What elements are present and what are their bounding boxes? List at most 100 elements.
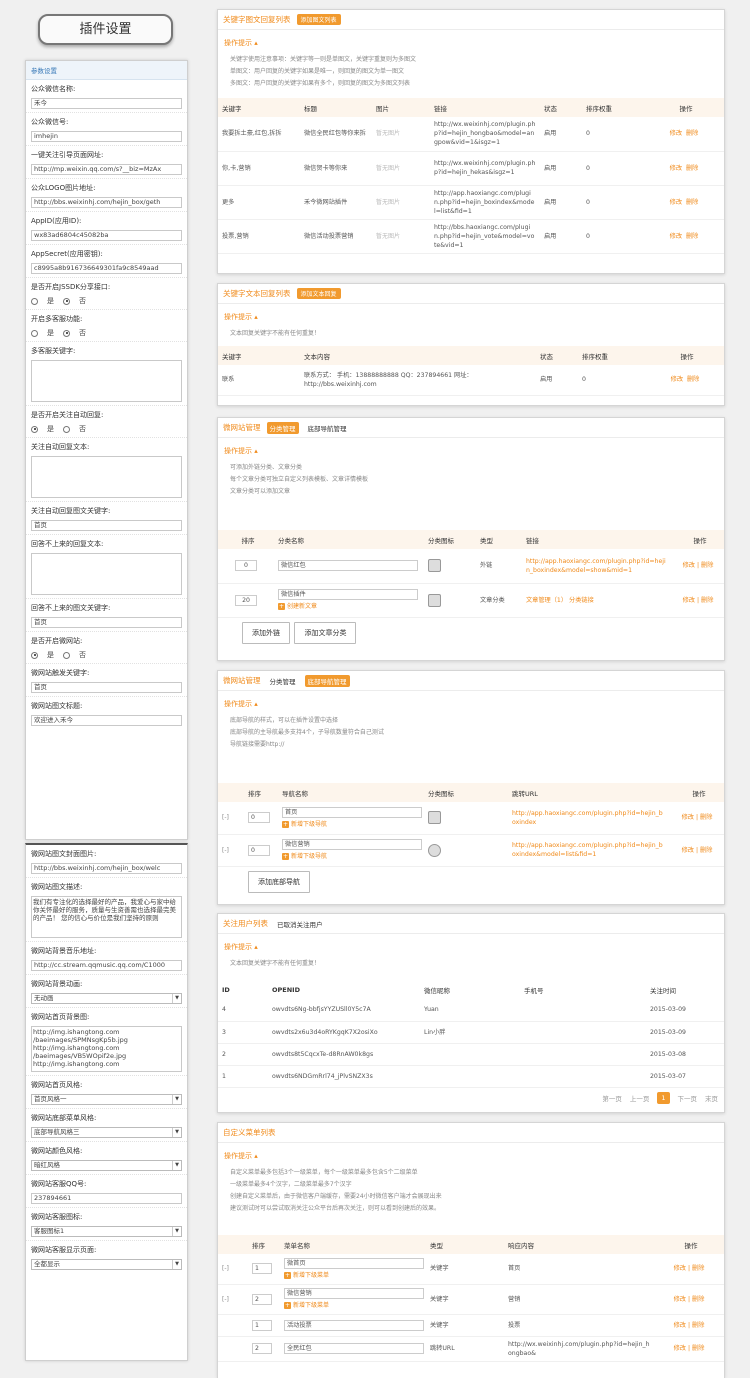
tips-toggle[interactable]: 操作提示 ▴ [224, 38, 724, 48]
edit-link[interactable]: 修改 [670, 165, 682, 172]
prev-page-link[interactable]: 上一页 [630, 1093, 650, 1103]
site-radio-yes[interactable] [31, 651, 38, 659]
add-sub-nav-link[interactable]: + 新增下级导航 [282, 820, 420, 829]
edit-link[interactable]: 修改 [671, 376, 683, 383]
category-icon[interactable] [428, 559, 441, 573]
site-title-input[interactable]: 欢迎进入禾今 [31, 715, 182, 726]
add-sub-menu-link[interactable]: + 新增下级菜单 [284, 1301, 422, 1310]
category-link[interactable]: http://app.haoxiangc.com/plugin.php?id=h… [522, 549, 672, 584]
collapse-icon[interactable]: [-] [222, 846, 229, 855]
color-style-select[interactable]: 暗红风格 ▼ [31, 1160, 182, 1171]
add-bottom-nav-button[interactable]: 添加底部导航 [248, 870, 310, 893]
edit-link[interactable]: 修改 [670, 233, 682, 240]
nav-icon[interactable] [428, 811, 441, 825]
category-name-input[interactable]: 微信红包 [278, 560, 418, 572]
edit-link[interactable]: 修改 [670, 199, 682, 206]
sort-input[interactable]: 2 [252, 1293, 272, 1305]
current-page[interactable]: 1 [657, 1092, 670, 1104]
menu-name-input[interactable]: 微信营销 [284, 1288, 424, 1299]
menu-name-input[interactable]: 微首页 [284, 1257, 424, 1269]
wx-id-input[interactable]: imhejin [31, 131, 182, 142]
nav-style-select[interactable]: 底部导航风格三 ▼ [31, 1127, 182, 1138]
menu-name-input[interactable]: 全民红包 [284, 1343, 424, 1354]
next-page-link[interactable]: 下一页 [678, 1093, 698, 1103]
category-name-input[interactable]: 微信插件 [278, 589, 418, 600]
follow-url-input[interactable]: http://mp.weixin.qq.com/s?__biz=MzAx [31, 164, 182, 175]
collapse-icon[interactable]: [-] [222, 813, 229, 822]
nav-name-input[interactable]: 微信营销 [282, 839, 422, 850]
home-style-select[interactable]: 首页风格一 ▼ [31, 1094, 182, 1105]
qq-show-select[interactable]: 全都显示 ▼ [31, 1259, 182, 1270]
noreply-textarea[interactable] [31, 553, 182, 595]
auto-text-textarea[interactable] [31, 456, 182, 498]
music-input[interactable]: http://cc.stream.qqmusic.qq.com/C1000 [31, 960, 182, 971]
bg-anim-select[interactable]: 无动画 ▼ [31, 993, 182, 1004]
multi-kw-textarea[interactable] [31, 360, 182, 402]
auto-radio-no[interactable] [63, 425, 70, 433]
add-sub-menu-link[interactable]: + 新增下级菜单 [284, 1271, 422, 1280]
cover-input[interactable]: http://bbs.weixinhj.com/hejin_box/welc [31, 863, 182, 874]
delete-link[interactable]: 删除 [686, 165, 698, 172]
multi-radio-no[interactable] [63, 329, 70, 337]
row-actions[interactable]: 修改 | 删除 [654, 1284, 724, 1315]
panel-title[interactable]: 关注用户列表 [223, 918, 268, 929]
jssdk-radio-yes[interactable] [31, 297, 38, 305]
first-page-link[interactable]: 第一页 [602, 1093, 622, 1103]
last-page-link[interactable]: 末页 [705, 1093, 718, 1103]
add-sub-nav-link[interactable]: + 新增下级导航 [282, 852, 420, 861]
multi-radio-yes[interactable] [31, 329, 38, 337]
add-text-button[interactable]: 添加文本回复 [296, 288, 341, 299]
row-actions[interactable]: 修改 | 删除 [654, 1336, 724, 1362]
nav-name-input[interactable]: 首页 [282, 806, 422, 818]
row-actions[interactable]: 修改 | 删除 [654, 1254, 724, 1285]
row-actions[interactable]: 修改 | 删除 [670, 834, 724, 867]
collapse-icon[interactable]: [-] [222, 1295, 229, 1304]
article-manage-link[interactable]: 文章管理（1） 分类链接 [522, 583, 672, 618]
logo-url-input[interactable]: http://bbs.weixinhj.com/hejin_box/geth [31, 197, 182, 208]
tips-toggle[interactable]: 操作提示 ▴ [224, 942, 724, 952]
auto-radio-yes[interactable] [31, 425, 38, 433]
delete-link[interactable]: 删除 [686, 199, 698, 206]
tab-unfollowed[interactable]: 已取消关注用户 [274, 918, 326, 930]
sort-input[interactable]: 1 [252, 1263, 272, 1275]
row-actions[interactable]: 修改 | 删除 [672, 583, 724, 618]
tips-toggle[interactable]: 操作提示 ▴ [224, 446, 724, 456]
qq-input[interactable]: 237894661 [31, 1193, 182, 1204]
noreply-kw-input[interactable]: 首页 [31, 617, 182, 628]
auto-kw-input[interactable]: 首页 [31, 520, 182, 531]
tips-toggle[interactable]: 操作提示 ▴ [224, 699, 724, 709]
sort-input[interactable]: 0 [248, 844, 270, 856]
row-actions[interactable]: 修改 | 删除 [654, 1314, 724, 1337]
appsecret-input[interactable]: c8995a8b916736649301fa9c8549aad [31, 263, 182, 274]
collapse-icon[interactable]: [-] [222, 1264, 229, 1273]
delete-link[interactable]: 删除 [687, 376, 699, 383]
menu-name-input[interactable]: 活动投票 [284, 1319, 424, 1331]
appid-input[interactable]: wx83ad6804c45082ba [31, 230, 182, 241]
row-actions[interactable]: 修改 | 删除 [670, 802, 724, 835]
sort-input[interactable]: 1 [252, 1319, 272, 1331]
sort-input[interactable]: 20 [235, 594, 257, 606]
site-radio-no[interactable] [63, 651, 70, 659]
nav-icon[interactable] [428, 843, 441, 857]
delete-link[interactable]: 删除 [686, 130, 698, 137]
add-article-link[interactable]: + 创建新文章 [278, 602, 420, 611]
tips-toggle[interactable]: 操作提示 ▴ [224, 1151, 724, 1161]
wx-name-input[interactable]: 禾今 [31, 98, 182, 109]
qq-icon-select[interactable]: 客服图标1 ▼ [31, 1226, 182, 1237]
add-news-button[interactable]: 添加图文列表 [296, 14, 341, 25]
edit-link[interactable]: 修改 [670, 130, 682, 137]
delete-link[interactable]: 删除 [686, 233, 698, 240]
tab-category[interactable]: 分类管理 [266, 421, 299, 434]
jssdk-radio-no[interactable] [63, 297, 70, 305]
site-kw-input[interactable]: 首页 [31, 682, 182, 693]
nav-url[interactable]: http://app.haoxiangc.com/plugin.php?id=h… [508, 834, 670, 867]
tab-category[interactable]: 分类管理 [267, 675, 299, 687]
category-icon[interactable] [428, 593, 441, 607]
nav-url[interactable]: http://app.haoxiangc.com/plugin.php?id=h… [508, 802, 670, 835]
add-external-link-button[interactable]: 添加外链 [242, 621, 290, 644]
add-article-category-button[interactable]: 添加文章分类 [294, 621, 357, 644]
tab-bottom-nav[interactable]: 底部导航管理 [305, 422, 350, 434]
tips-toggle[interactable]: 操作提示 ▴ [224, 312, 724, 322]
sort-input[interactable]: 0 [235, 560, 257, 572]
home-bg-textarea[interactable]: http://img.ishangtong.com /baeimages/SPM… [31, 1026, 182, 1072]
